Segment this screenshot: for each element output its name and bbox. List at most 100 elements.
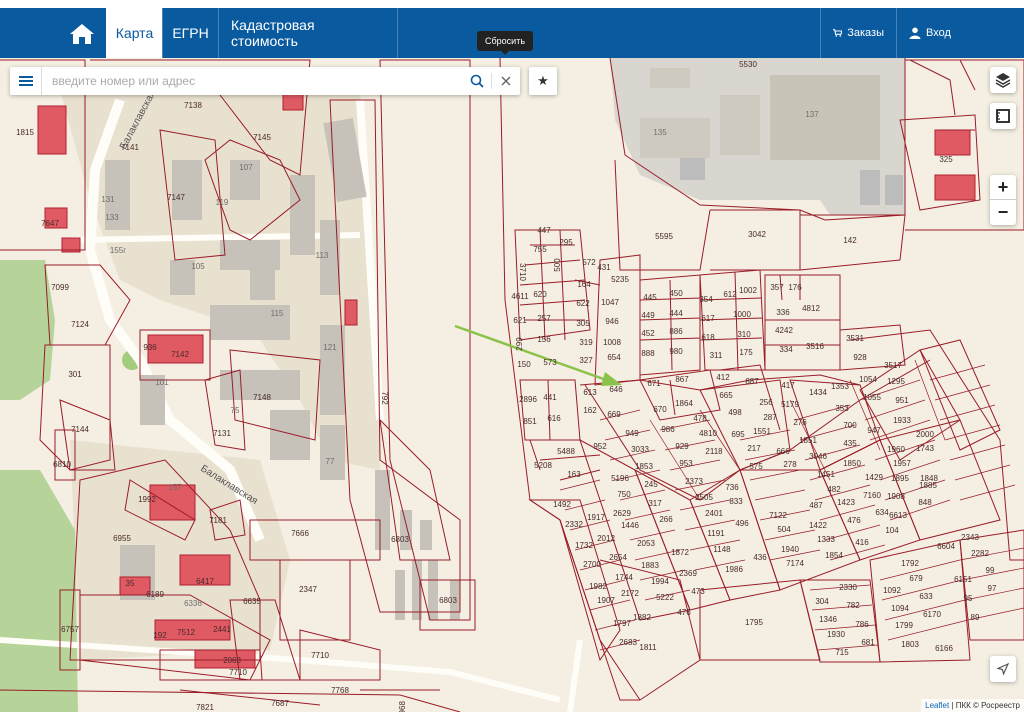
parcel-label: 7768 xyxy=(331,686,349,695)
parcel-label: 6604 xyxy=(937,542,955,551)
cadastral-map[interactable]: 7138 7145 7141 7147 1815 7647 7099 7124 301 7144 6… xyxy=(0,58,1024,712)
parcel-label: 980 xyxy=(669,347,683,356)
parcel-label: 1960 xyxy=(887,445,905,454)
parcel-label: 447 xyxy=(537,226,551,235)
parcel-label: 575 xyxy=(749,462,763,471)
parcel-label: 416 xyxy=(855,538,869,547)
parcel-label: 1434 xyxy=(809,388,827,397)
zoom-out-button[interactable]: − xyxy=(990,200,1016,225)
app: 7138 7145 7141 7147 1815 7647 7099 7124 301 7144 6… xyxy=(0,0,1024,712)
parcel-label: 681 xyxy=(861,638,875,647)
parcel-label: 99 xyxy=(986,566,995,575)
parcel-label: 671 xyxy=(647,379,661,388)
parcel-label: 2369 xyxy=(679,569,697,578)
parcel-label: 101 xyxy=(155,378,169,387)
menu-button[interactable] xyxy=(10,67,42,95)
parcel-label: 334 xyxy=(779,345,793,354)
parcel-label: 131 xyxy=(101,195,115,204)
parcel-label: 1446 xyxy=(621,521,639,530)
zoom-in-button[interactable]: + xyxy=(990,175,1016,200)
parcel-label: 444 xyxy=(669,309,683,318)
parcel-label: 7142 xyxy=(171,350,189,359)
parcel-label: 1792 xyxy=(901,559,919,568)
nav-egrn[interactable]: ЕГРН xyxy=(162,8,218,58)
parcel-label: 7687 xyxy=(271,699,289,708)
parcel-label: 951 xyxy=(895,396,909,405)
search-button[interactable] xyxy=(463,67,491,95)
parcel-label: 7131 xyxy=(213,429,231,438)
favorites-button[interactable]: ★ xyxy=(529,67,557,95)
parcel-label: 4812 xyxy=(802,304,820,313)
leaflet-link[interactable]: Leaflet xyxy=(925,701,949,710)
nav-map[interactable]: Карта xyxy=(106,8,162,58)
reset-button[interactable] xyxy=(492,67,520,95)
parcel-label: 1917 xyxy=(587,513,605,522)
parcel-label: 646 xyxy=(609,385,623,394)
parcel-label: 6189 xyxy=(146,590,164,599)
parcel-label: 1940 xyxy=(781,545,799,554)
parcel-label: 35 xyxy=(126,579,135,588)
parcel-label: 7160 xyxy=(863,491,881,500)
search-input[interactable] xyxy=(42,68,463,94)
attribution-text: | ПКК © Росреестр xyxy=(949,701,1020,710)
parcel-label: 7710 xyxy=(229,668,247,677)
home-icon xyxy=(70,24,94,44)
parcel-label: 2343 xyxy=(961,533,979,542)
parcel-label: 276 xyxy=(793,418,807,427)
parcel-label: 1346 xyxy=(819,615,837,624)
parcel-label: 755 xyxy=(533,245,547,254)
parcel-label: 6613 xyxy=(889,511,907,520)
layers-button[interactable] xyxy=(990,67,1016,93)
login-button[interactable]: Вход xyxy=(896,8,1024,58)
parcel-label: 886 xyxy=(669,327,683,336)
home-button[interactable] xyxy=(62,16,102,52)
parcel-label: 5208 xyxy=(534,461,552,470)
parcel-label: 6417 xyxy=(196,577,214,586)
parcel-label: 6955 xyxy=(113,534,131,543)
parcel-label: 504 xyxy=(777,525,791,534)
parcel-label: 2053 xyxy=(637,539,655,548)
parcel-label: 476 xyxy=(847,516,861,525)
parcel-label: 163 xyxy=(567,470,581,479)
parcel-labels: 7138714571417147181576477099712430171446… xyxy=(16,60,997,712)
parcel-label: 3033 xyxy=(631,445,649,454)
parcel-label: 353 xyxy=(835,404,849,413)
parcel-label: 2629 xyxy=(613,509,631,518)
parcel-label: 7710 xyxy=(311,651,329,660)
parcel-label: 2118 xyxy=(705,447,723,456)
parcel-label: 3516 xyxy=(806,342,824,351)
parcel-label: 1850 xyxy=(843,459,861,468)
parcel-label: 7174 xyxy=(786,559,804,568)
ruler-icon xyxy=(996,109,1010,123)
measure-button[interactable] xyxy=(990,103,1016,129)
parcel-label: 2654 xyxy=(609,553,627,562)
parcel-label: 449 xyxy=(641,311,655,320)
orders-button[interactable]: Заказы xyxy=(820,8,896,58)
parcel-label: 1047 xyxy=(601,298,619,307)
parcel-label: 949 xyxy=(625,429,639,438)
parcel-label: 947 xyxy=(867,426,881,435)
parcel-label: 618 xyxy=(701,333,715,342)
parcel-label: 435 xyxy=(843,439,857,448)
parcel-label: 1895 xyxy=(891,474,909,483)
parcel-label: 654 xyxy=(607,353,621,362)
parcel-label: 3531 xyxy=(846,334,864,343)
parcel-label: 1908 xyxy=(887,492,905,501)
parcel-label: 1799 xyxy=(895,621,913,630)
parcel-label: 266 xyxy=(659,515,673,524)
parcel-label: 1795 xyxy=(745,618,763,627)
parcel-label: 441 xyxy=(543,393,557,402)
parcel-label: 287 xyxy=(763,413,777,422)
parcel-label: 3517 xyxy=(884,361,902,370)
parcel-label: 119 xyxy=(216,198,229,207)
parcel-label: 936 xyxy=(143,343,157,352)
nav-cadastral-value[interactable]: Кадастровая стоимость xyxy=(218,8,398,58)
parcel-label: 1815 xyxy=(16,128,34,137)
parcel-label: 1002 xyxy=(739,286,757,295)
parcel-label: 1551 xyxy=(753,427,771,436)
parcel-label: 6757 xyxy=(61,625,79,634)
parcel-label: 115 xyxy=(271,309,284,318)
layers-icon xyxy=(995,73,1011,88)
locate-button[interactable] xyxy=(990,656,1016,682)
parcel-label: 257 xyxy=(537,314,551,323)
